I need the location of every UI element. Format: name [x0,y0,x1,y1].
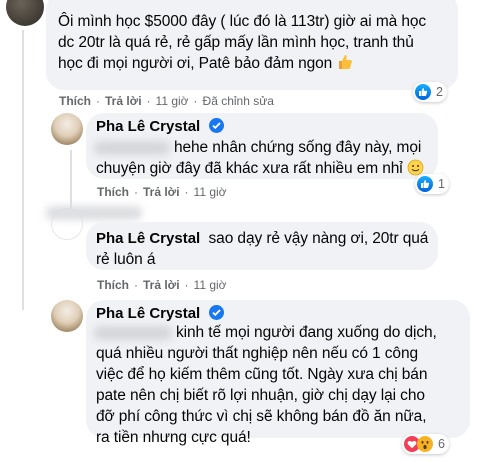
reaction-count: 1 [438,177,445,191]
redacted-mention [94,141,170,155]
like-button[interactable]: Thích [97,185,129,199]
comment-text-line: kinh tế mọi người đang xuống do dịch, [176,324,437,341]
edited-label: Đã chỉnh sửa [202,94,274,108]
comment-text-line: chuyện giờ đây đã khác xưa rất nhiều em … [96,160,403,177]
comment-text-line: pate nên chị biết rõ lợi nhuận, giờ chị … [96,387,425,404]
reaction-summary[interactable]: 1 [415,174,449,194]
reply-button[interactable]: Trả lời [105,94,142,108]
comment-actions: Thích · Trả lời · 11 giờ [97,185,227,199]
like-button[interactable]: Thích [59,94,91,108]
verified-badge-icon [208,118,224,133]
comment-actions: Thích · Trả lời · 11 giờ · Đã chỉnh sửa [59,94,274,108]
thread-line [22,30,24,310]
comment-text-line: hehe nhân chứng sống đây này, mọi [174,139,422,156]
timestamp[interactable]: 11 giờ [156,94,189,108]
reaction-summary[interactable]: 2 [413,82,447,102]
thumbs-up-icon [336,53,354,77]
comment-bubble: Pha Lê Crystal hehe nhân chứng sống đây … [86,113,438,179]
reaction-summary[interactable]: 6 [402,434,449,454]
comment-text-line: Ôi mình học $5000 đây ( lúc đó là 113tr)… [58,13,427,30]
comment-actions: Thích · Trả lời · 11 giờ [97,278,227,292]
comment-text-line: dc 20tr là quá rẻ, rẻ gấp mấy lần mình h… [58,34,414,51]
reaction-count: 2 [436,85,443,99]
thread-line [70,150,72,210]
comment-author[interactable]: Pha Lê Crystal [96,305,200,322]
reaction-count: 6 [438,437,445,451]
verified-badge-icon [208,305,224,320]
redacted-name [46,206,142,220]
reply-button[interactable]: Trả lời [143,278,180,292]
redacted-mention [94,326,172,340]
comment-text-line: quá nhiều người thất nghiệp nên nếu có 1… [96,345,418,362]
comment-text-line: học đi mọi người ơi, Patê bảo đảm ngon [58,55,333,72]
like-reaction-icon [415,84,431,100]
timestamp[interactable]: 11 giờ [194,278,227,292]
avatar[interactable] [51,300,83,332]
comment-text-line: việc để họ kiếm thêm cũng tốt. Ngày xưa … [96,366,428,383]
timestamp[interactable]: 11 giờ [194,185,227,199]
like-button[interactable]: Thích [97,278,129,292]
comment-author[interactable]: Pha Lê Crystal [96,230,200,247]
comment-author[interactable]: Pha Lê Crystal [96,118,200,135]
avatar[interactable] [51,113,83,145]
comment-text-line: sao dạy rẻ vậy nàng ơi, 20tr quá [208,230,429,247]
like-reaction-icon [417,176,433,192]
wow-reaction-icon [417,436,433,452]
comment-text-line: rẻ luôn á [96,251,156,268]
reply-button[interactable]: Trả lời [143,185,180,199]
comment-bubble: Ôi mình học $5000 đây ( lúc đó là 113tr)… [46,0,458,90]
comment-bubble: Pha Lê Crystal sao dạy rẻ vậy nàng ơi, 2… [86,222,438,270]
comment-bubble: Pha Lê Crystal kinh tế mọi người đang xu… [86,300,470,446]
avatar[interactable] [6,0,44,26]
comment-text-line: ra tiền nhưng cực quá! [96,429,251,446]
comment-text-line: đỡ phí công thức vì chị sẽ không bán đồ … [96,408,427,425]
